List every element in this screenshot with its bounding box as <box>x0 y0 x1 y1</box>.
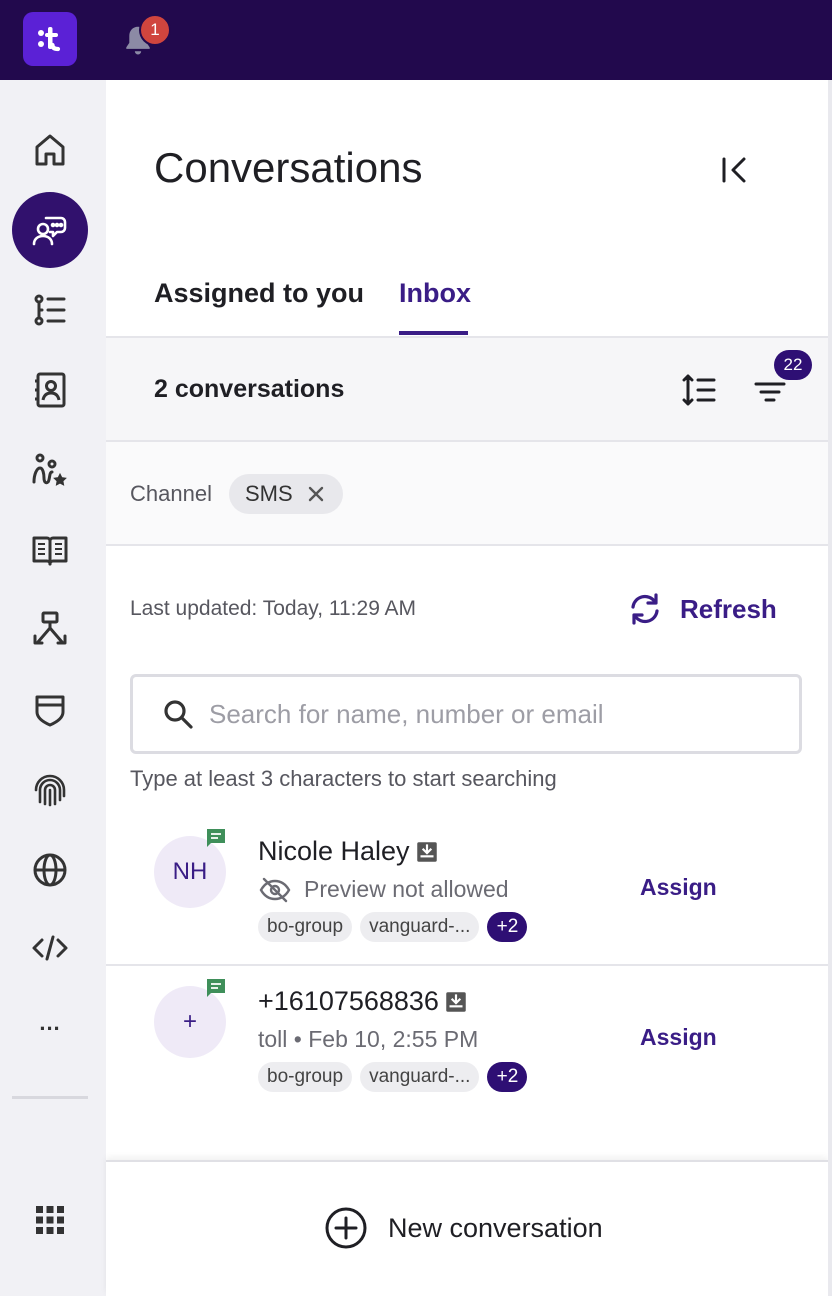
collapse-panel-button[interactable] <box>712 150 756 190</box>
tab-active-indicator <box>399 331 468 335</box>
sidebar-item-journeys[interactable] <box>12 432 88 508</box>
tag: bo-group <box>258 912 353 942</box>
tag-list: bo-group vanguard-... +2 <box>258 1062 528 1092</box>
refresh-icon <box>631 593 659 625</box>
list-icon <box>34 294 66 326</box>
refresh-button[interactable]: Refresh <box>626 590 777 628</box>
sidebar-item-developer[interactable] <box>12 910 88 986</box>
journey-icon <box>32 453 67 486</box>
sidebar-item-conversations[interactable] <box>12 192 88 268</box>
flow-icon <box>33 611 67 645</box>
contacts-icon <box>35 372 66 408</box>
sidebar-item-identity[interactable] <box>12 752 88 828</box>
tab-assigned-to-you[interactable]: Assigned to you <box>154 278 364 309</box>
sms-channel-icon <box>207 829 225 847</box>
message-preview-text: Preview not allowed <box>304 876 509 902</box>
eye-off-icon <box>259 877 291 902</box>
conversation-count: 2 conversations <box>154 375 345 403</box>
filter-chip-sms[interactable]: SMS <box>229 474 343 514</box>
last-updated: Last updated: Today, 11:29 AM <box>130 597 417 620</box>
new-conversation-button[interactable]: New conversation <box>324 1206 603 1250</box>
panel-edge <box>828 80 832 1296</box>
conversation-count-bar: 2 conversations 22 <box>106 338 828 442</box>
collapse-left-icon <box>722 157 746 183</box>
refresh-label: Refresh <box>680 593 777 624</box>
search-icon <box>164 700 193 729</box>
close-icon[interactable] <box>307 485 325 503</box>
logo-icon <box>38 27 61 52</box>
sort-button[interactable] <box>680 370 720 410</box>
sidebar-more-button[interactable]: ... <box>0 1010 100 1036</box>
search-box[interactable] <box>130 674 802 754</box>
app-logo[interactable] <box>23 12 77 66</box>
contact-name-text: +16107568836 <box>258 986 439 1016</box>
code-icon <box>32 935 68 961</box>
tag-list: bo-group vanguard-... +2 <box>258 912 528 942</box>
filter-count-badge: 22 <box>774 350 812 380</box>
sidebar: ... <box>0 80 106 1296</box>
conversations-icon <box>32 216 67 246</box>
sidebar-item-home[interactable] <box>12 112 88 188</box>
top-bar: 1 <box>0 0 832 80</box>
assign-button[interactable]: Assign <box>640 1024 717 1051</box>
tab-inbox[interactable]: Inbox <box>399 278 471 309</box>
contact-name-text: Nicole Haley <box>258 836 410 866</box>
sidebar-item-security[interactable] <box>12 672 88 748</box>
more-tags-badge[interactable]: +2 <box>487 1062 528 1092</box>
sidebar-item-lists[interactable] <box>12 272 88 348</box>
contact-name: +16107568836 <box>258 986 469 1017</box>
active-filters: Channel SMS <box>106 442 828 546</box>
conversation-row[interactable]: NH Nicole Haley Preview not allowed bo-g… <box>106 812 828 960</box>
conversation-row[interactable]: + +16107568836 toll • Feb 10, 2:55 PM bo… <box>106 962 828 1110</box>
sidebar-divider <box>12 1096 88 1099</box>
home-icon <box>35 134 65 166</box>
message-meta-text: toll • Feb 10, 2:55 PM <box>258 1026 479 1052</box>
more-tags-badge[interactable]: +2 <box>487 912 528 942</box>
apps-grid-icon <box>36 1206 64 1234</box>
notification-badge: 1 <box>139 14 171 46</box>
inbox-icon <box>446 991 466 1012</box>
new-conversation-label: New conversation <box>388 1212 603 1243</box>
sidebar-item-knowledge[interactable] <box>12 512 88 588</box>
sidebar-item-contacts[interactable] <box>12 352 88 428</box>
message-preview: Preview not allowed <box>258 876 509 903</box>
plus-circle-icon <box>325 1207 367 1249</box>
panel-footer: New conversation <box>106 1160 828 1296</box>
globe-icon <box>33 853 67 887</box>
sidebar-item-apps[interactable] <box>12 1182 88 1258</box>
sidebar-item-web[interactable] <box>12 832 88 908</box>
search-input[interactable] <box>209 698 769 730</box>
page-title: Conversations <box>154 144 423 191</box>
tag: bo-group <box>258 1062 353 1092</box>
inbox-icon <box>416 841 437 862</box>
search-hint: Type at least 3 characters to start sear… <box>130 766 557 791</box>
tag: vanguard-... <box>360 1062 480 1092</box>
filter-chip-label: SMS <box>245 481 293 506</box>
filter-label: Channel <box>130 481 212 506</box>
conversations-panel: Conversations Assigned to you Inbox 2 co… <box>106 80 828 1296</box>
sort-icon <box>682 374 716 406</box>
book-icon <box>32 536 68 566</box>
fingerprint-icon <box>34 774 66 807</box>
shield-icon <box>35 695 65 727</box>
contact-name: Nicole Haley <box>258 836 440 867</box>
message-meta: toll • Feb 10, 2:55 PM <box>258 1026 478 1053</box>
tag: vanguard-... <box>360 912 480 942</box>
assign-button[interactable]: Assign <box>640 874 717 901</box>
sidebar-item-flows[interactable] <box>12 592 88 668</box>
sms-channel-icon <box>207 979 225 997</box>
